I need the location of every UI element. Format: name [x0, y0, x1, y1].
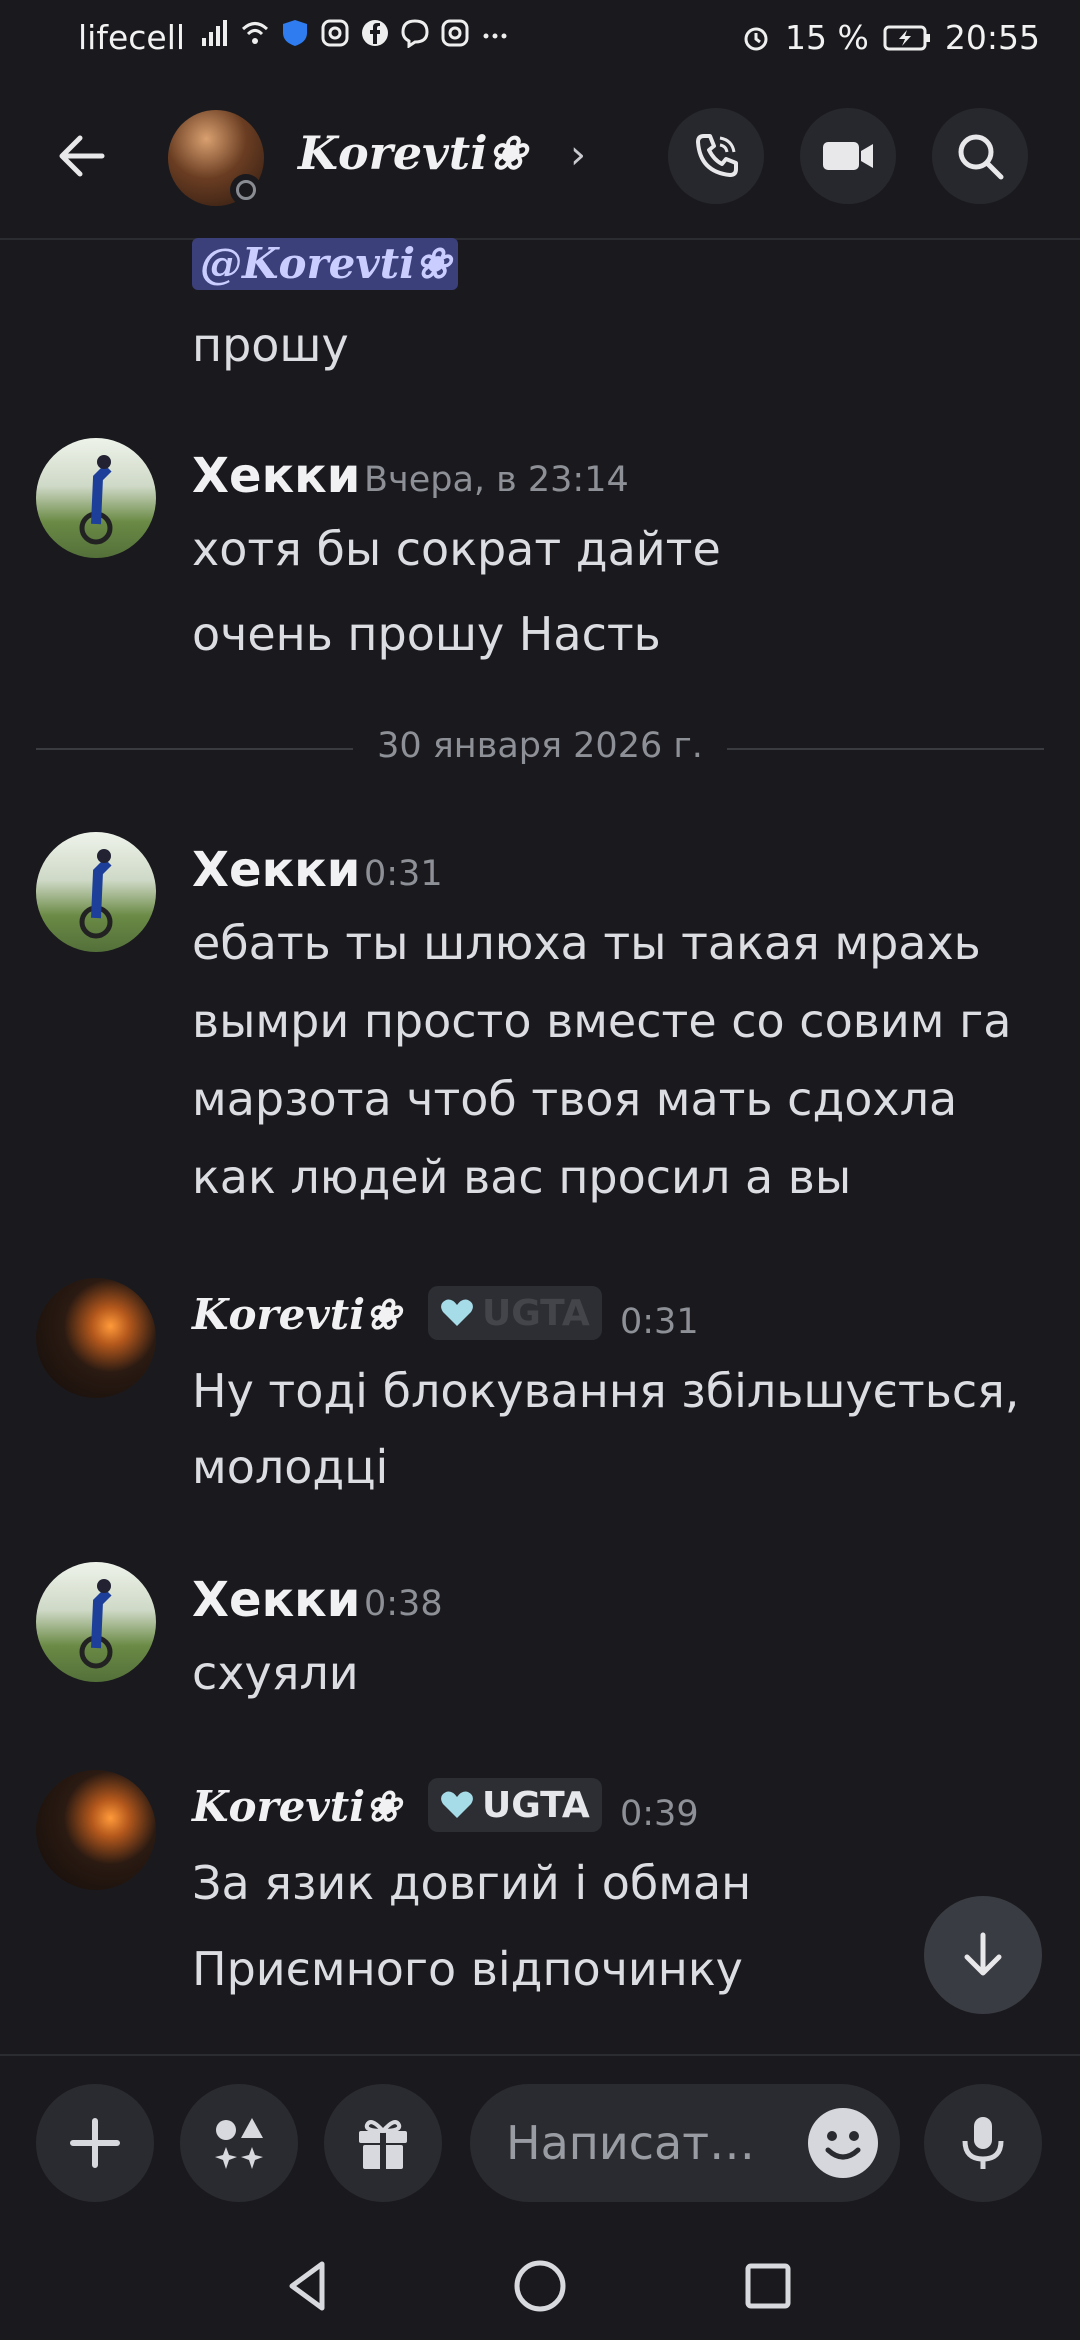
- role-tag-label: UGTA: [482, 1784, 590, 1826]
- message-text: Ну тоді блокування збільшується,: [192, 1364, 1020, 1418]
- carrier-label: lifecell: [78, 18, 186, 57]
- message-input-placeholder: Написат…: [506, 2116, 756, 2170]
- more-notifications-icon: [483, 33, 507, 39]
- status-bar: lifecell 15 % 20:55: [0, 0, 1080, 76]
- message-text: очень прошу Насть: [192, 607, 661, 661]
- message-author[interactable]: 𝑲𝒐𝒓𝒆𝒗𝒕𝒊❀: [192, 1290, 400, 1339]
- motorcycle-icon: [79, 455, 113, 545]
- message-text: как людей вас просил а вы: [192, 1150, 852, 1204]
- message-input[interactable]: Написат…: [470, 2084, 900, 2202]
- gift-button[interactable]: [324, 2084, 442, 2202]
- arrow-down-icon: [964, 1932, 1002, 1976]
- message-author[interactable]: Хекки: [192, 842, 360, 898]
- heart-icon: [441, 1299, 473, 1326]
- video-camera-icon: [823, 142, 873, 170]
- facebook-icon: [362, 20, 388, 46]
- motorcycle-icon: [79, 1579, 113, 1669]
- phone-icon: [696, 134, 738, 177]
- chat-header: 𝑲𝒐𝒓𝒆𝒗𝒕𝒊❀ ›: [0, 76, 1080, 240]
- vpn-shield-icon: [283, 20, 307, 46]
- gift-icon: [359, 2120, 407, 2169]
- back-arrow-icon[interactable]: [50, 124, 114, 188]
- scroll-to-bottom-button[interactable]: [924, 1896, 1042, 2014]
- message-author[interactable]: 𝑲𝒐𝒓𝒆𝒗𝒕𝒊❀: [192, 1782, 400, 1831]
- avatar[interactable]: [36, 1562, 156, 1682]
- message-text: Приємного відпочинку: [192, 1942, 743, 1996]
- instagram-icon: [441, 19, 469, 47]
- apps-icon: [215, 2118, 263, 2169]
- clock: 20:55: [944, 18, 1040, 57]
- message-text: молодці: [192, 1440, 389, 1494]
- message-text: схуяли: [192, 1646, 359, 1700]
- wifi-icon: [241, 22, 269, 44]
- offline-status-indicator: [230, 174, 262, 206]
- avatar[interactable]: [36, 1278, 156, 1398]
- message-timestamp: Вчера, в 23:14: [364, 460, 629, 500]
- microphone-icon: [962, 2117, 1004, 2169]
- message-text: марзота чтоб твоя мать сдохла: [192, 1072, 958, 1126]
- message-author[interactable]: Хекки: [192, 448, 360, 504]
- message-author[interactable]: Хекки: [192, 1572, 360, 1628]
- role-tag-label: UGTA: [482, 1292, 590, 1334]
- date-divider-label: 30 января 2026 г.: [353, 726, 727, 766]
- contact-name[interactable]: 𝑲𝒐𝒓𝒆𝒗𝒕𝒊❀: [298, 126, 526, 180]
- add-attachment-button[interactable]: [36, 2084, 154, 2202]
- heart-icon: [441, 1791, 473, 1818]
- search-icon: [958, 134, 1004, 180]
- date-divider: 30 января 2026 г.: [0, 726, 1080, 766]
- nav-back-icon[interactable]: [278, 2256, 338, 2316]
- instagram-icon: [321, 19, 349, 47]
- message-text: прошу: [192, 318, 349, 372]
- system-navigation-bar: [0, 2232, 1080, 2340]
- alarm-icon: [744, 27, 768, 50]
- message-timestamp: 0:31: [620, 1302, 699, 1342]
- avatar[interactable]: [36, 832, 156, 952]
- battery-icon: [883, 25, 930, 50]
- message-text: ебать ты шлюха ты такая мрахь: [192, 916, 981, 970]
- nav-home-icon[interactable]: [510, 2256, 570, 2316]
- role-tag[interactable]: UGTA: [428, 1778, 602, 1832]
- avatar[interactable]: [36, 1770, 156, 1890]
- search-button[interactable]: [932, 108, 1028, 204]
- message-list[interactable]: @𝑲𝒐𝒓𝒆𝒗𝒕𝒊❀ прошу Хекки Вчера, в 23:14 хот…: [0, 238, 1080, 2054]
- battery-percent: 15 %: [785, 18, 869, 57]
- message-timestamp: 0:31: [364, 854, 443, 894]
- message-timestamp: 0:38: [364, 1584, 443, 1624]
- nav-recents-icon[interactable]: [738, 2256, 798, 2316]
- plus-icon: [70, 2118, 120, 2168]
- apps-button[interactable]: [180, 2084, 298, 2202]
- smiley-icon: [825, 2131, 861, 2160]
- message-timestamp: 0:39: [620, 1794, 699, 1834]
- chevron-right-icon[interactable]: ›: [570, 132, 586, 178]
- emoji-button[interactable]: [808, 2108, 878, 2178]
- viber-icon: [401, 19, 429, 48]
- message-text: За язик довгий і обман: [192, 1856, 752, 1910]
- user-mention[interactable]: @𝑲𝒐𝒓𝒆𝒗𝒕𝒊❀: [192, 238, 459, 290]
- signal-icon: [202, 20, 227, 46]
- video-call-button[interactable]: [800, 108, 896, 204]
- message-composer: Написат…: [0, 2054, 1080, 2234]
- role-tag[interactable]: UGTA: [428, 1286, 602, 1340]
- voice-call-button[interactable]: [668, 108, 764, 204]
- voice-message-button[interactable]: [924, 2084, 1042, 2202]
- motorcycle-icon: [79, 849, 113, 939]
- message-text: хотя бы сократ дайте: [192, 522, 721, 576]
- message-text: вымри просто вместе со совим га: [192, 994, 1012, 1048]
- avatar[interactable]: [36, 438, 156, 558]
